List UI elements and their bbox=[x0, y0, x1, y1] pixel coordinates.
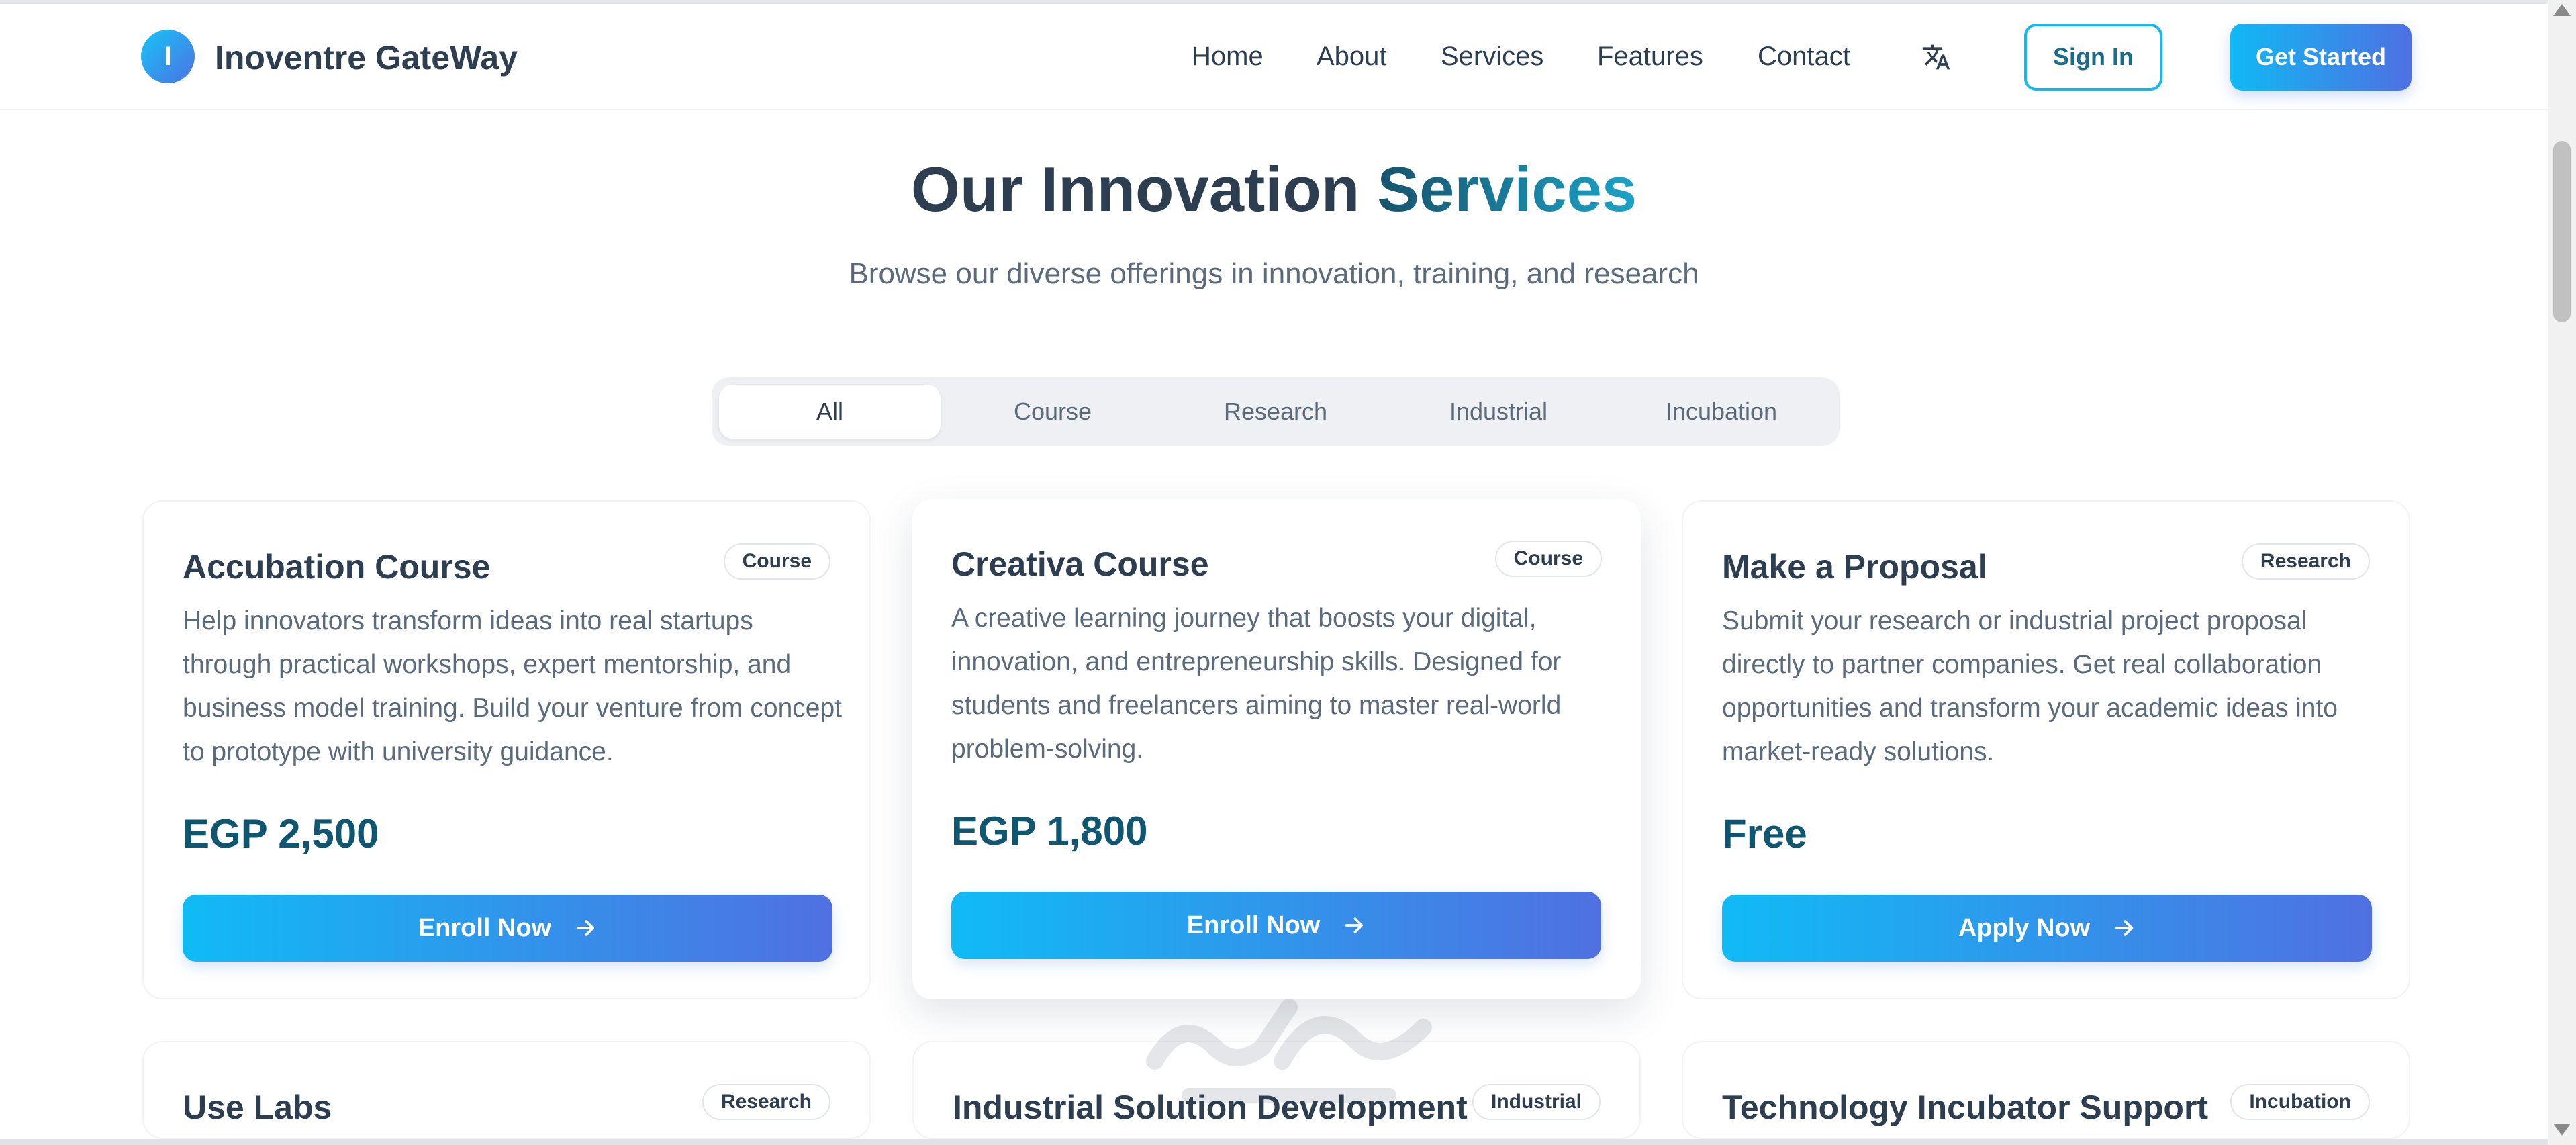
button-label: Enroll Now bbox=[418, 913, 552, 942]
card-title: Accubation Course bbox=[183, 548, 491, 586]
category-badge: Course bbox=[723, 543, 830, 580]
tab-research[interactable]: Research bbox=[1165, 385, 1386, 439]
apply-now-button[interactable]: Apply Now bbox=[1722, 895, 2372, 962]
page-title: Our Innovation Services bbox=[0, 153, 2548, 226]
category-badge: Research bbox=[2241, 543, 2370, 580]
card-title: Creativa Course bbox=[951, 545, 1209, 583]
translate-icon[interactable] bbox=[1921, 41, 1951, 73]
arrow-right-icon bbox=[2115, 920, 2134, 936]
get-started-button[interactable]: Get Started bbox=[2230, 24, 2412, 91]
brand-name[interactable]: Inoventre GateWay bbox=[215, 38, 518, 77]
category-badge: Industrial bbox=[1472, 1084, 1601, 1120]
arrow-right-icon bbox=[577, 920, 595, 936]
scroll-thumb[interactable] bbox=[2553, 141, 2571, 322]
card-title: Make a Proposal bbox=[1722, 548, 1987, 586]
filter-tabs: All Course Research Industrial Incubatio… bbox=[712, 377, 1840, 446]
nav-home[interactable]: Home bbox=[1192, 42, 1263, 72]
card-description: Submit your research or industrial proje… bbox=[1722, 606, 2338, 766]
nav-features[interactable]: Features bbox=[1597, 42, 1703, 72]
tab-all[interactable]: All bbox=[719, 385, 941, 439]
navbar: I Inoventre GateWay Home About Services … bbox=[0, 4, 2548, 110]
button-label: Apply Now bbox=[1958, 913, 2091, 942]
window-bottom-edge bbox=[0, 1139, 2548, 1145]
nav-services[interactable]: Services bbox=[1441, 42, 1543, 72]
card-title: Use Labs bbox=[183, 1089, 332, 1126]
card-price: EGP 1,800 bbox=[951, 809, 1148, 854]
card-description: A creative learning journey that boosts … bbox=[951, 604, 1562, 764]
title-main: Our Innovation bbox=[910, 154, 1378, 224]
page-subtitle: Browse our diverse offerings in innovati… bbox=[849, 257, 1699, 290]
card-description: Help innovators transform ideas into rea… bbox=[183, 606, 843, 766]
card-price: EGP 2,500 bbox=[183, 811, 379, 856]
tab-incubation[interactable]: Incubation bbox=[1611, 385, 1832, 439]
card-title: Technology Incubator Support bbox=[1722, 1089, 2209, 1126]
sign-in-button[interactable]: Sign In bbox=[2024, 24, 2162, 91]
category-badge: Incubation bbox=[2230, 1084, 2370, 1120]
service-card: Accubation Course Course Help innovators… bbox=[142, 500, 871, 999]
service-card: Technology Incubator Support Incubation bbox=[1682, 1041, 2410, 1139]
button-label: Enroll Now bbox=[1186, 911, 1321, 940]
enroll-now-button[interactable]: Enroll Now bbox=[183, 895, 832, 962]
service-card: Industrial Solution Development Industri… bbox=[912, 1041, 1641, 1139]
vertical-scrollbar[interactable] bbox=[2548, 0, 2576, 1145]
service-card: Use Labs Research bbox=[142, 1041, 871, 1139]
service-card: Make a Proposal Research Submit your res… bbox=[1682, 500, 2410, 999]
title-accent: Services bbox=[1377, 154, 1637, 224]
scroll-down-icon[interactable] bbox=[2553, 1124, 2571, 1136]
category-badge: Research bbox=[702, 1084, 830, 1120]
logo-icon[interactable]: I bbox=[141, 30, 195, 83]
card-title: Industrial Solution Development bbox=[953, 1089, 1468, 1126]
enroll-now-button[interactable]: Enroll Now bbox=[951, 892, 1601, 959]
nav-about[interactable]: About bbox=[1317, 42, 1387, 72]
nav-contact[interactable]: Contact bbox=[1758, 42, 1850, 72]
card-price: Free bbox=[1722, 811, 1807, 856]
category-badge: Course bbox=[1494, 541, 1602, 577]
arrow-right-icon bbox=[1345, 917, 1364, 933]
service-card: Creativa Course Course A creative learni… bbox=[912, 499, 1641, 999]
scroll-up-icon[interactable] bbox=[2553, 4, 2571, 16]
tab-industrial[interactable]: Industrial bbox=[1388, 385, 1609, 439]
tab-course[interactable]: Course bbox=[942, 385, 1163, 439]
